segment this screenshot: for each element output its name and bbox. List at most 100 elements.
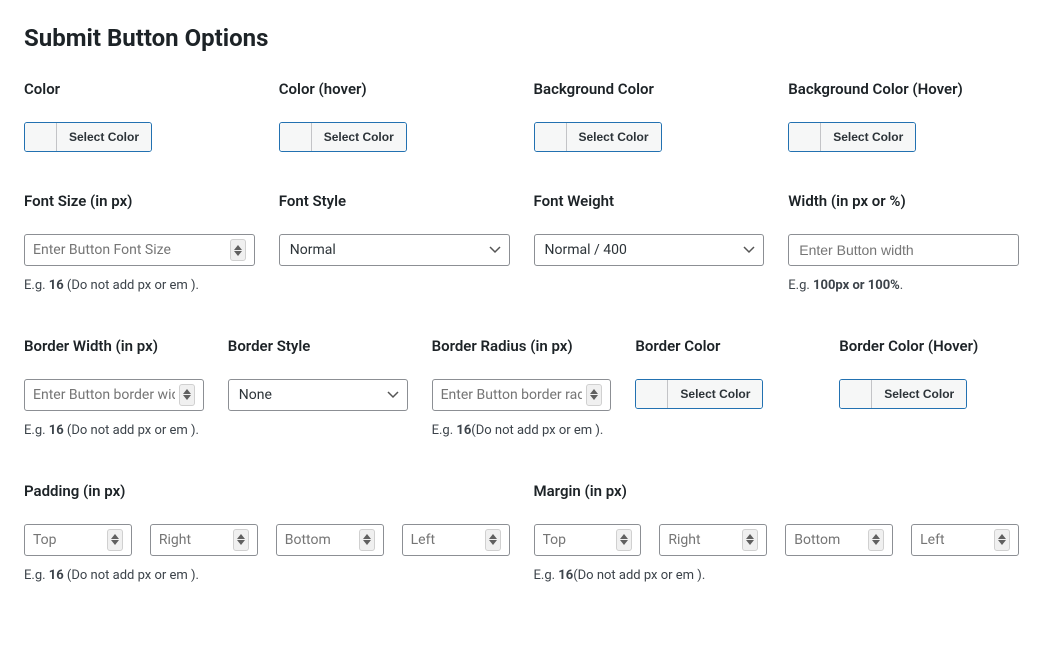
label-padding: Padding (in px) [24,482,510,500]
margin-group: Top Right Bottom [534,524,1020,556]
placeholder-text: Bottom [285,532,355,548]
row-font: Font Size (in px) Enter Button Font Size… [24,192,1019,297]
label-bg-color-hover: Background Color (Hover) [788,80,1019,98]
stepper-icon[interactable] [994,529,1010,551]
chevron-down-icon [489,242,501,258]
placeholder-text: Left [411,532,481,548]
select-color-button[interactable]: Select Color [821,123,915,151]
label-border-style: Border Style [228,337,408,355]
select-value: Normal / 400 [545,242,627,258]
select-value: None [239,387,272,403]
border-width-input[interactable]: Enter Button border wid [24,379,204,411]
stepper-icon[interactable] [586,384,602,406]
color-swatch-icon [840,380,872,408]
select-color-button[interactable]: Select Color [567,123,661,151]
select-color-button[interactable]: Select Color [57,123,151,151]
field-color-hover: Color (hover) Select Color [279,80,510,152]
color-picker-border-hover[interactable]: Select Color [839,379,967,409]
placeholder-text: Top [543,532,613,548]
margin-top-input[interactable]: Top [534,524,642,556]
color-swatch-icon [636,380,668,408]
field-padding: Padding (in px) Top Right Bottom [24,482,510,587]
margin-right-input[interactable]: Right [659,524,767,556]
padding-left-input[interactable]: Left [402,524,510,556]
stepper-icon[interactable] [230,239,246,261]
hint-font-size: E.g. 16 (Do not add px or em ). [24,276,255,297]
hint-border-radius: E.g. 16(Do not add px or em ). [432,421,612,442]
chevron-down-icon [387,387,399,403]
stepper-icon[interactable] [107,529,123,551]
row-colors: Color Select Color Color (hover) Select … [24,80,1019,152]
color-picker-border[interactable]: Select Color [635,379,763,409]
color-swatch-icon [280,123,312,151]
label-margin: Margin (in px) [534,482,1020,500]
chevron-down-icon [743,242,755,258]
stepper-icon[interactable] [868,529,884,551]
field-border-width: Border Width (in px) Enter Button border… [24,337,204,442]
placeholder-text: Left [920,532,990,548]
field-border-radius: Border Radius (in px) Enter Button borde… [432,337,612,442]
row-border: Border Width (in px) Enter Button border… [24,337,1019,442]
font-weight-select[interactable]: Normal / 400 [534,234,765,266]
stepper-icon[interactable] [742,529,758,551]
placeholder-text: Enter Button Font Size [33,242,226,258]
stepper-icon[interactable] [616,529,632,551]
color-swatch-icon [789,123,821,151]
border-style-select[interactable]: None [228,379,408,411]
label-width: Width (in px or %) [788,192,1019,210]
label-border-color-hover: Border Color (Hover) [839,337,1019,355]
field-bg-color-hover: Background Color (Hover) Select Color [788,80,1019,152]
select-color-button[interactable]: Select Color [668,380,762,408]
row-spacing: Padding (in px) Top Right Bottom [24,482,1019,587]
label-font-size: Font Size (in px) [24,192,255,210]
padding-right-input[interactable]: Right [150,524,258,556]
label-color: Color [24,80,255,98]
color-picker-bg-hover[interactable]: Select Color [788,122,916,152]
label-color-hover: Color (hover) [279,80,510,98]
padding-bottom-input[interactable]: Bottom [276,524,384,556]
field-border-color-hover: Border Color (Hover) Select Color [839,337,1019,409]
label-bg-color: Background Color [534,80,765,98]
margin-left-input[interactable]: Left [911,524,1019,556]
border-radius-input[interactable]: Enter Button border rad [432,379,612,411]
field-width: Width (in px or %) E.g. 100px or 100%. [788,192,1019,297]
select-color-button[interactable]: Select Color [872,380,966,408]
width-input[interactable] [788,234,1019,266]
stepper-icon[interactable] [359,529,375,551]
stepper-icon[interactable] [485,529,501,551]
select-color-button[interactable]: Select Color [312,123,406,151]
field-margin: Margin (in px) Top Right Bottom [534,482,1020,587]
color-picker-color-hover[interactable]: Select Color [279,122,407,152]
label-font-weight: Font Weight [534,192,765,210]
color-swatch-icon [535,123,567,151]
hint-border-width: E.g. 16 (Do not add px or em ). [24,421,204,442]
field-font-style: Font Style Normal [279,192,510,266]
placeholder-text: Right [668,532,738,548]
margin-bottom-input[interactable]: Bottom [785,524,893,556]
stepper-icon[interactable] [179,384,195,406]
font-style-select[interactable]: Normal [279,234,510,266]
placeholder-text: Enter Button border wid [33,387,175,403]
padding-group: Top Right Bottom [24,524,510,556]
color-swatch-icon [25,123,57,151]
field-border-style: Border Style None [228,337,408,411]
field-font-size: Font Size (in px) Enter Button Font Size… [24,192,255,297]
color-picker-bg[interactable]: Select Color [534,122,662,152]
field-color: Color Select Color [24,80,255,152]
placeholder-text: Right [159,532,229,548]
field-font-weight: Font Weight Normal / 400 [534,192,765,266]
color-picker-color[interactable]: Select Color [24,122,152,152]
stepper-icon[interactable] [233,529,249,551]
page-title: Submit Button Options [24,24,1019,52]
hint-margin: E.g. 16(Do not add px or em ). [534,566,1020,587]
font-size-input[interactable]: Enter Button Font Size [24,234,255,266]
label-border-width: Border Width (in px) [24,337,204,355]
padding-top-input[interactable]: Top [24,524,132,556]
label-border-color: Border Color [635,337,815,355]
select-value: Normal [290,242,336,258]
hint-padding: E.g. 16 (Do not add px or em ). [24,566,510,587]
field-bg-color: Background Color Select Color [534,80,765,152]
label-font-style: Font Style [279,192,510,210]
hint-width: E.g. 100px or 100%. [788,276,1019,297]
placeholder-text: Top [33,532,103,548]
